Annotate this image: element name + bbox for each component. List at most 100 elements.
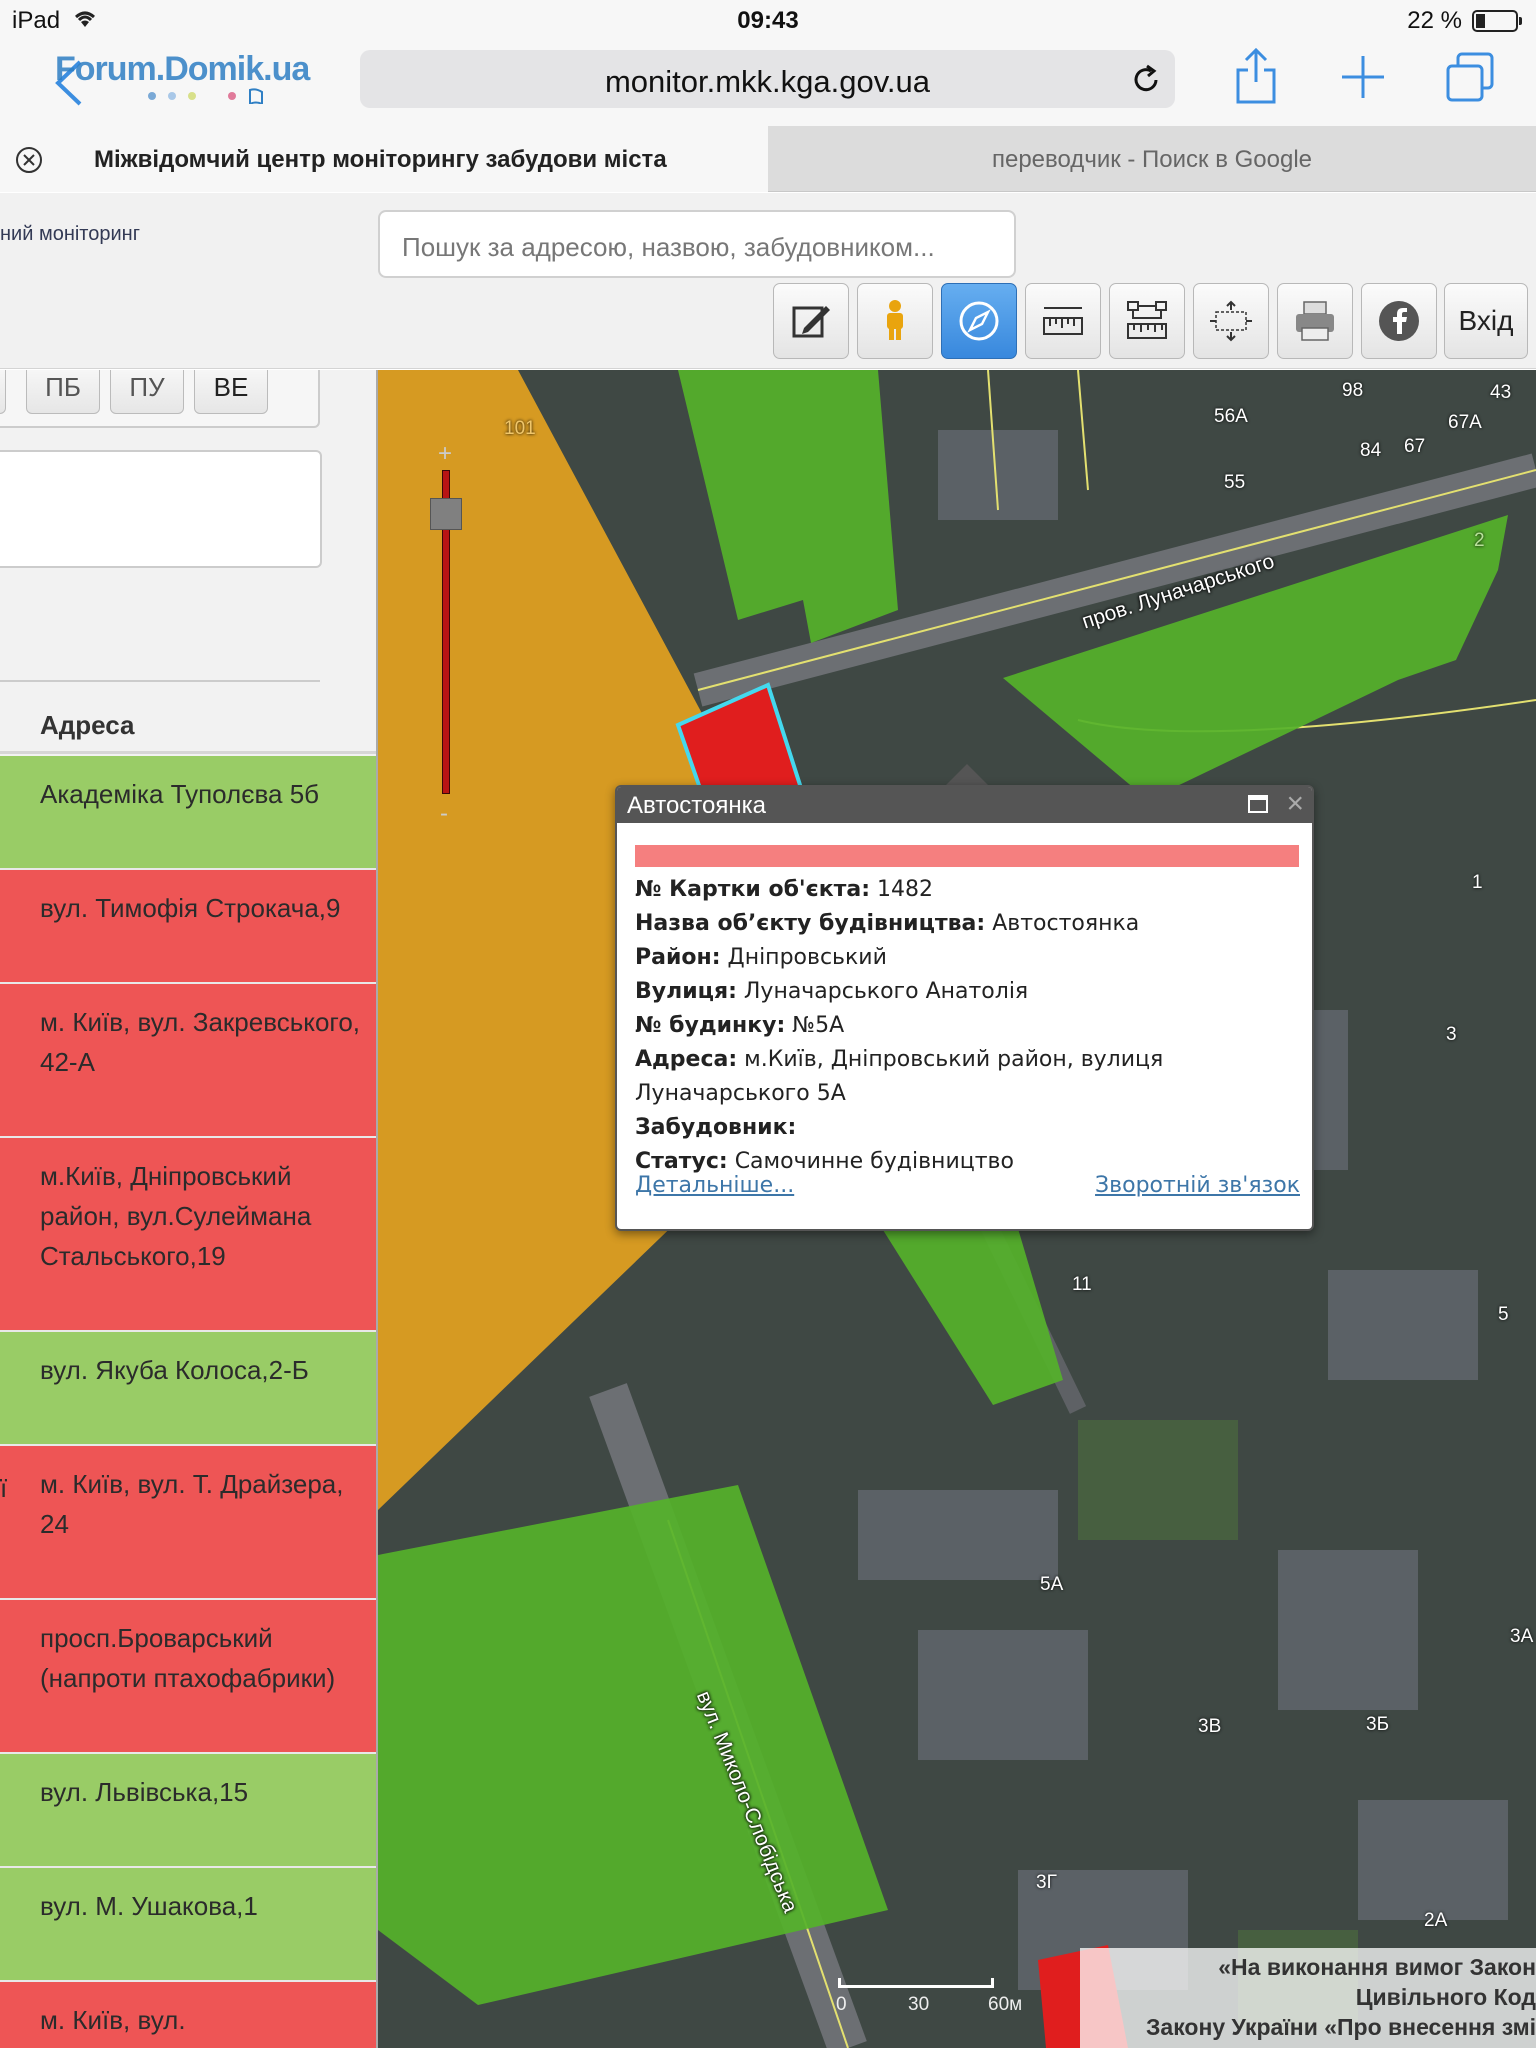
street-view-icon [887,300,903,340]
popup-pointer [945,764,989,786]
house-number: 1 [1472,872,1483,893]
maximize-icon[interactable] [1248,795,1268,813]
new-tab-plus-icon[interactable] [1340,54,1386,100]
house-number: 67А [1448,412,1482,433]
filter-pb-button[interactable]: ПБ [26,370,100,414]
filter-ve-button[interactable]: ВЕ [194,370,268,414]
house-number: 3Г [1036,1872,1057,1893]
clock: 09:43 [737,7,799,34]
popup-header: Автостоянка × [617,787,1312,823]
object-info-popup: Автостоянка × № Картки об'єкта: 1482 Наз… [615,785,1314,1231]
filter-pu-button[interactable]: ПУ [110,370,184,414]
browser-toolbar: Forum.Domik.ua monitor.mkk.kga.gov.ua [0,40,1536,126]
page-header: ний моніторинг Пошук за адресою, назвою,… [0,193,1536,369]
row-address: Академіка Туполєва 5б [40,779,320,809]
row-truncated-cell: ї [0,1473,8,1503]
status-bar: iPad 09:43 22 % [0,0,1536,40]
close-tab-icon[interactable] [14,145,44,175]
close-icon[interactable]: × [1286,787,1304,821]
house-number: 3 [1446,1024,1457,1045]
tabs-overview-icon[interactable] [1444,50,1496,104]
ruler-icon [1043,307,1083,335]
feedback-link[interactable]: Зворотній зв'язок [1095,1173,1300,1198]
house-number: 43 [1490,382,1512,403]
panel-divider [0,680,320,682]
navigation-tool-button[interactable] [941,283,1017,359]
scale-label: 60м [988,1994,1023,2015]
popup-title: Автостоянка [627,792,766,819]
table-row[interactable]: ї м. Київ, вул. Т. Драйзера, 24 [0,1446,376,1600]
field-district: Район: Дніпровський [635,945,887,970]
zoom-slider-handle[interactable] [430,498,462,530]
row-address: вул. Львівська,15 [40,1777,249,1807]
table-row[interactable]: просп.Броварський (напроти птахофабрики) [0,1600,376,1754]
field-card-number: № Картки об'єкта: 1482 [635,877,934,902]
tab-google-search[interactable]: переводчик - Поиск в Google [768,126,1536,192]
table-row[interactable]: Академіка Туполєва 5б [0,756,376,870]
row-address: вул. Якуба Колоса,2-Б [40,1355,309,1385]
site-title: ний моніторинг [0,223,140,245]
house-number: 3Б [1366,1714,1390,1735]
notice-line: «На виконання вимог Закон [1218,1954,1536,1980]
row-address: м. Київ, вул. [40,2005,186,2035]
details-link[interactable]: Детальніше... [635,1173,794,1198]
field-house-number: № будинку: №5А [635,1013,845,1038]
address-bar[interactable]: monitor.mkk.kga.gov.ua [360,50,1175,108]
popup-fields: № Картки об'єкта: 1482 Назва об’єкту буд… [635,873,1305,1179]
tab-monitoring[interactable]: Міжвідомчий центр моніторингу забудови м… [0,126,768,192]
filter-button-partial[interactable] [0,370,6,414]
house-number: 3А [1510,1626,1534,1647]
house-number: 3В [1198,1716,1222,1737]
tab-title: переводчик - Поиск в Google [991,146,1313,173]
house-number: 5А [1040,1574,1064,1595]
notice-line: Закону України «Про внесення змі [1146,2014,1536,2040]
row-address: м. Київ, вул. Т. Драйзера, 24 [40,1469,344,1539]
house-number: 98 [1342,380,1364,401]
battery-icon [1472,10,1522,32]
field-street: Вулиця: Луначарського Анатолія [635,979,1029,1004]
field-address: Адреса: м.Київ, Дніпровський район, вули… [635,1047,1164,1106]
reload-icon[interactable] [1129,63,1163,97]
status-color-bar [635,845,1299,867]
facebook-button[interactable] [1361,283,1437,359]
edit-tool-button[interactable] [773,283,849,359]
table-row[interactable]: м.Київ, Дніпровський район, вул.Сулейман… [0,1138,376,1332]
map-scale-bar [838,1978,994,1988]
zoom-in-button[interactable]: + [438,440,452,468]
address-header-label: Адреса [40,710,135,740]
table-row[interactable]: вул. Якуба Колоса,2-Б [0,1332,376,1446]
compass-icon [959,301,999,341]
house-number: 2 [1474,530,1485,551]
table-row[interactable]: вул. М. Ушакова,1 [0,1868,376,1982]
login-button[interactable]: Вхід [1444,283,1528,359]
watermark-decoration-icon [148,88,263,104]
share-icon[interactable] [1232,46,1280,106]
area-measure-tool-button[interactable] [1109,283,1185,359]
table-row[interactable]: вул. Тимофія Строкача,9 [0,870,376,984]
table-row[interactable]: м. Київ, вул. Закревського, 42-А [0,984,376,1138]
filter-text-field[interactable] [0,450,322,568]
scale-label: 30 [908,1994,930,2015]
search-input[interactable]: Пошук за адресою, назвою, забудовником..… [378,210,1016,278]
url-text: monitor.mkk.kga.gov.ua [604,64,931,99]
zoom-out-button[interactable]: - [440,800,448,828]
street-view-tool-button[interactable] [857,283,933,359]
house-number: 84 [1360,440,1382,461]
table-row[interactable]: м. Київ, вул. [0,1982,376,2048]
edit-icon [792,306,830,338]
tab-title: Міжвідомчий центр моніторингу забудови м… [94,146,667,173]
row-address: вул. Тимофія Строкача,9 [40,893,341,923]
parcel-number: 101 [504,418,536,439]
objects-list-panel: ПБ ПУ ВЕ Адреса Академіка Туполєва 5б ву… [0,370,378,2048]
table-row[interactable]: вул. Львівська,15 [0,1754,376,1868]
house-number: 55 [1224,472,1246,493]
house-number: 11 [1072,1274,1092,1295]
fullscreen-tool-button[interactable] [1193,283,1269,359]
facebook-icon [1379,301,1419,341]
address-column-header[interactable]: Адреса [0,688,376,754]
print-tool-button[interactable] [1277,283,1353,359]
ruler-tool-button[interactable] [1025,283,1101,359]
browser-tab-strip: Міжвідомчий центр моніторингу забудови м… [0,126,1536,192]
row-address: м.Київ, Дніпровський район, вул.Сулейман… [40,1161,312,1271]
house-number: 67 [1404,436,1426,457]
